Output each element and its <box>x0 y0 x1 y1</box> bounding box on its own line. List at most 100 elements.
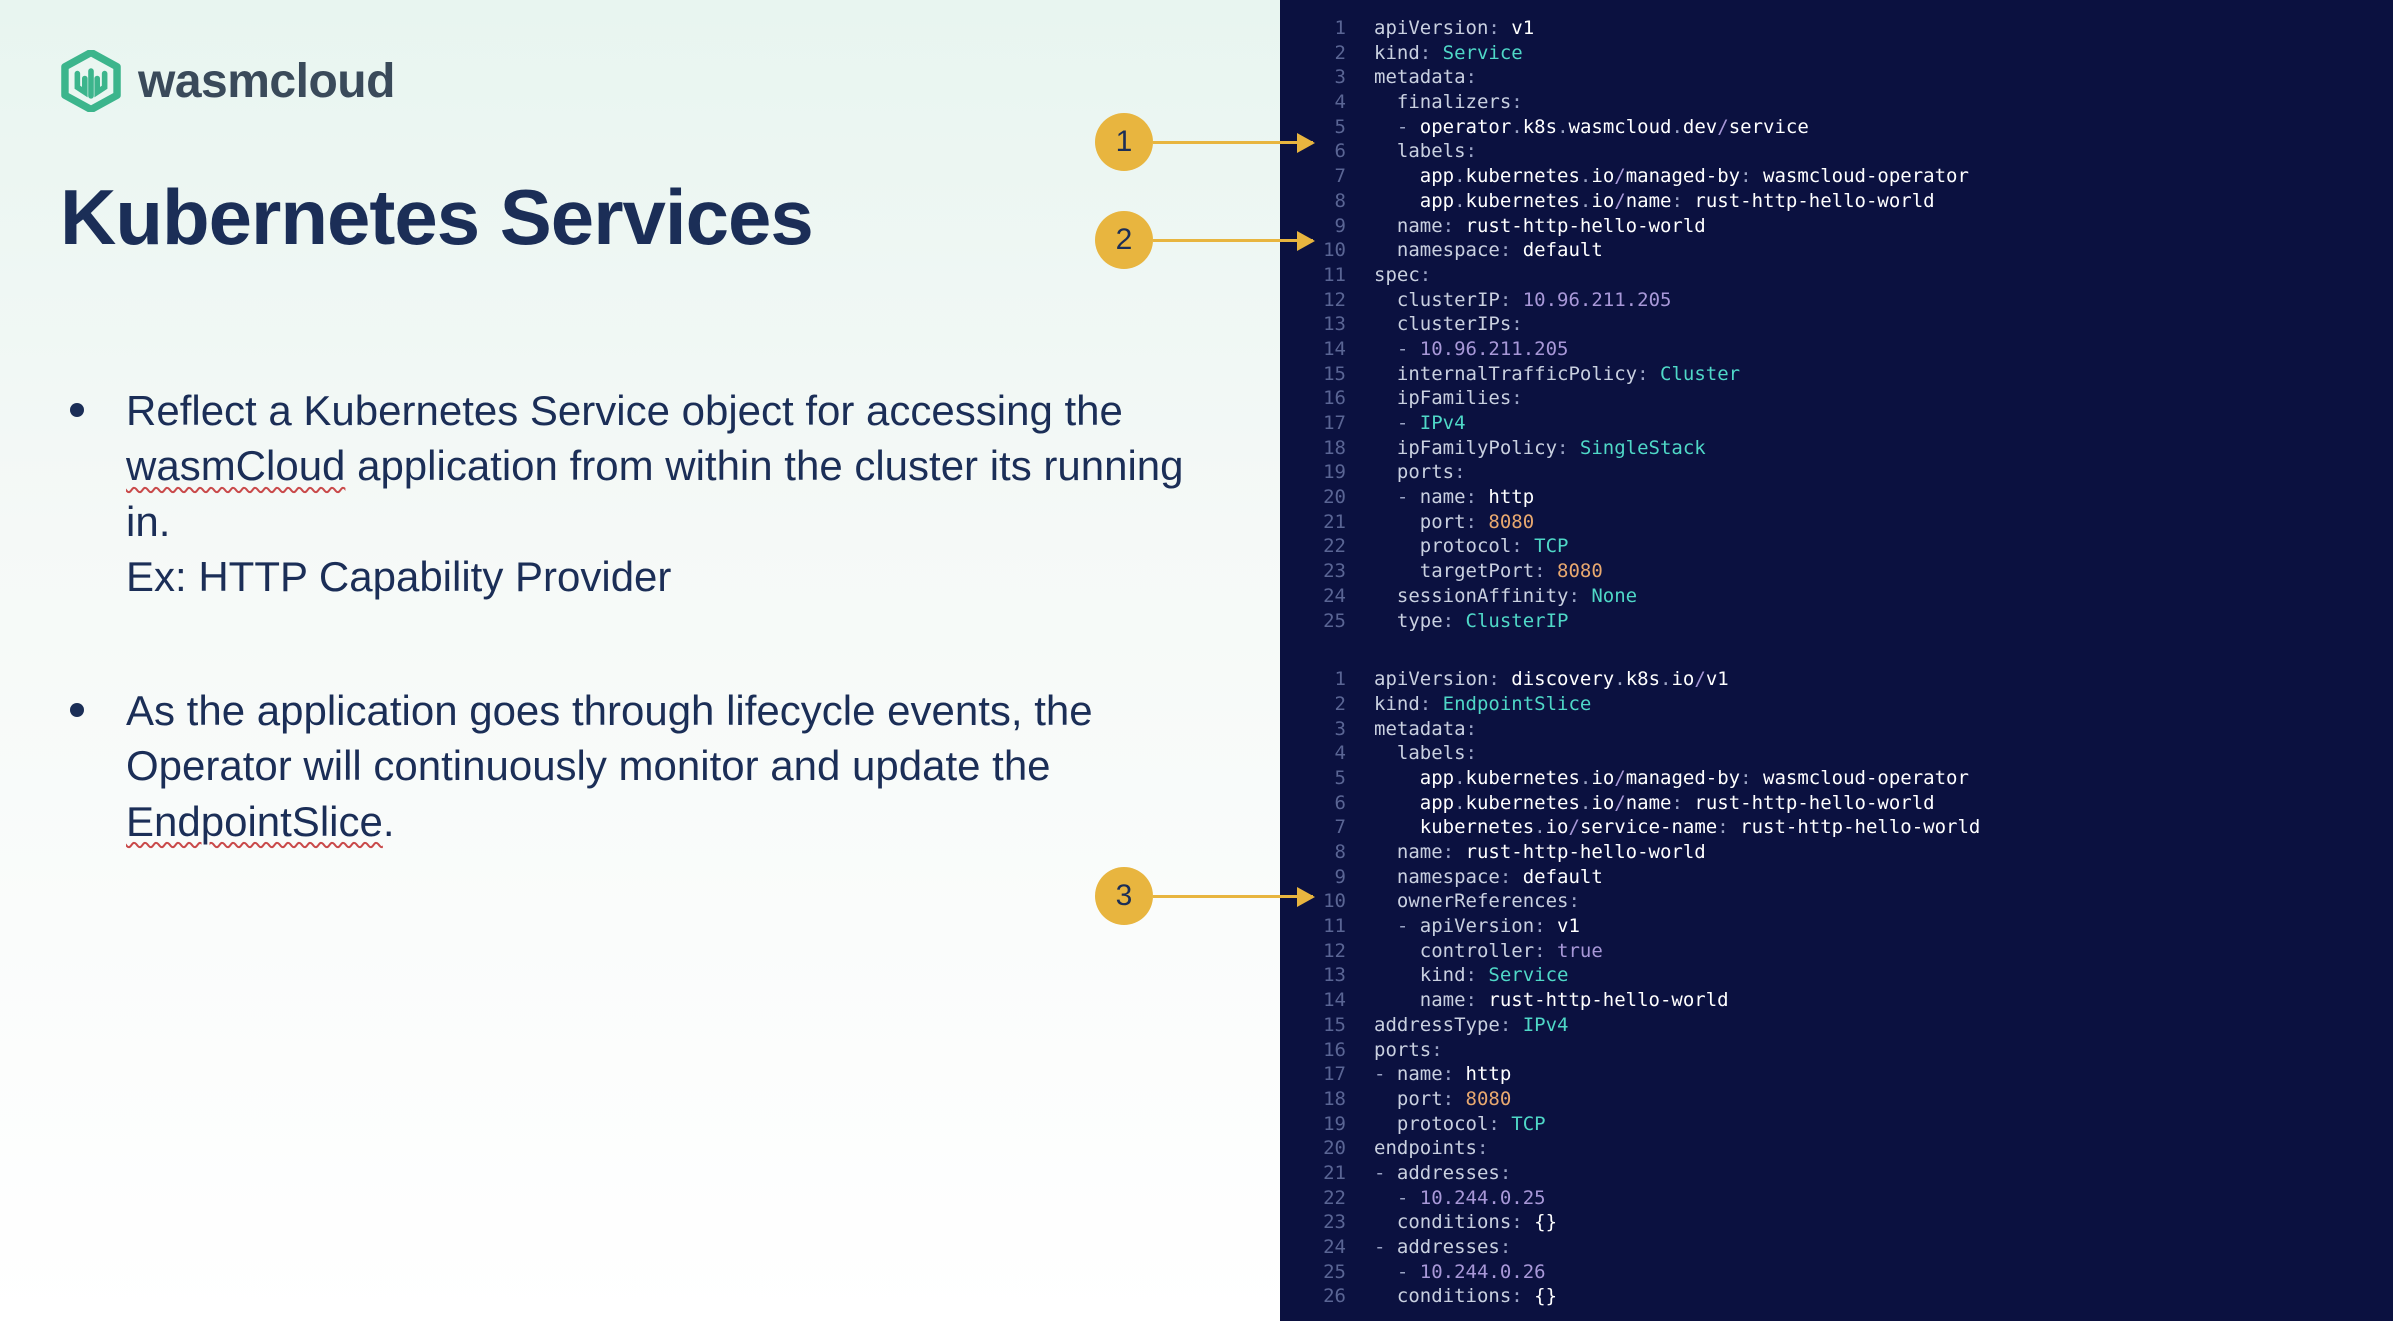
line-number: 13 <box>1320 963 1374 988</box>
line-number: 24 <box>1320 584 1374 609</box>
code-line: 14 name: rust-http-hello-world <box>1320 988 2393 1013</box>
code-line: 23 conditions: {} <box>1320 1210 2393 1235</box>
code-line: 5 app.kubernetes.io/managed-by: wasmclou… <box>1320 766 2393 791</box>
code-panel: 1 2 3 1apiVersion: v12kind: Service3meta… <box>1280 0 2393 1321</box>
line-number: 15 <box>1320 1013 1374 1038</box>
line-number: 1 <box>1320 16 1374 41</box>
code-line: 18 port: 8080 <box>1320 1087 2393 1112</box>
code-line: 5 - operator.k8s.wasmcloud.dev/service <box>1320 115 2393 140</box>
line-number: 16 <box>1320 386 1374 411</box>
code-line: 22 - 10.244.0.25 <box>1320 1186 2393 1211</box>
line-number: 20 <box>1320 485 1374 510</box>
line-number: 9 <box>1320 865 1374 890</box>
code-line: 24 sessionAffinity: None <box>1320 584 2393 609</box>
line-number: 21 <box>1320 1161 1374 1186</box>
code-line: 25 - 10.244.0.26 <box>1320 1260 2393 1285</box>
line-number: 11 <box>1320 914 1374 939</box>
code-line: 26 conditions: {} <box>1320 1284 2393 1309</box>
code-line: 14 - 10.96.211.205 <box>1320 337 2393 362</box>
code-block-service: 1apiVersion: v12kind: Service3metadata:4… <box>1280 16 2393 633</box>
line-number: 2 <box>1320 692 1374 717</box>
code-line: 12 clusterIP: 10.96.211.205 <box>1320 288 2393 313</box>
code-line: 20 - name: http <box>1320 485 2393 510</box>
code-line: 21 port: 8080 <box>1320 510 2393 535</box>
line-number: 5 <box>1320 115 1374 140</box>
line-number: 5 <box>1320 766 1374 791</box>
line-number: 24 <box>1320 1235 1374 1260</box>
code-line: 17- name: http <box>1320 1062 2393 1087</box>
code-block-endpointslice: 1apiVersion: discovery.k8s.io/v12kind: E… <box>1280 667 2393 1309</box>
code-line: 1apiVersion: discovery.k8s.io/v1 <box>1320 667 2393 692</box>
arrow-icon <box>1153 239 1313 242</box>
line-number: 25 <box>1320 609 1374 634</box>
code-line: 19 ports: <box>1320 460 2393 485</box>
code-line: 10 ownerReferences: <box>1320 889 2393 914</box>
code-line: 21- addresses: <box>1320 1161 2393 1186</box>
logo-text: wasmcloud <box>138 54 395 109</box>
line-number: 9 <box>1320 214 1374 239</box>
arrow-icon <box>1153 895 1313 898</box>
line-number: 8 <box>1320 840 1374 865</box>
line-number: 14 <box>1320 988 1374 1013</box>
line-number: 18 <box>1320 1087 1374 1112</box>
code-line: 25 type: ClusterIP <box>1320 609 2393 634</box>
line-number: 19 <box>1320 1112 1374 1137</box>
code-line: 2kind: Service <box>1320 41 2393 66</box>
line-number: 4 <box>1320 741 1374 766</box>
code-line: 4 finalizers: <box>1320 90 2393 115</box>
code-line: 6 labels: <box>1320 139 2393 164</box>
code-line: 22 protocol: TCP <box>1320 534 2393 559</box>
code-line: 3metadata: <box>1320 717 2393 742</box>
wasmcloud-logo-icon <box>60 50 122 112</box>
code-line: 11spec: <box>1320 263 2393 288</box>
line-number: 12 <box>1320 288 1374 313</box>
code-line: 2kind: EndpointSlice <box>1320 692 2393 717</box>
bullet-item-2: As the application goes through lifecycl… <box>70 683 1220 849</box>
line-number: 22 <box>1320 1186 1374 1211</box>
line-number: 17 <box>1320 411 1374 436</box>
line-number: 12 <box>1320 939 1374 964</box>
code-line: 6 app.kubernetes.io/name: rust-http-hell… <box>1320 791 2393 816</box>
line-number: 25 <box>1320 1260 1374 1285</box>
code-line: 8 app.kubernetes.io/name: rust-http-hell… <box>1320 189 2393 214</box>
line-number: 3 <box>1320 65 1374 90</box>
code-line: 15 internalTrafficPolicy: Cluster <box>1320 362 2393 387</box>
line-number: 22 <box>1320 534 1374 559</box>
line-number: 7 <box>1320 164 1374 189</box>
annotation-1: 1 <box>1095 113 1313 171</box>
line-number: 6 <box>1320 791 1374 816</box>
left-panel: wasmcloud Kubernetes Services Reflect a … <box>0 0 1280 1321</box>
code-line: 16ports: <box>1320 1038 2393 1063</box>
code-line: 23 targetPort: 8080 <box>1320 559 2393 584</box>
page-title: Kubernetes Services <box>60 172 1220 263</box>
bullet-list: Reflect a Kubernetes Service object for … <box>60 383 1220 849</box>
line-number: 16 <box>1320 1038 1374 1063</box>
code-line: 11 - apiVersion: v1 <box>1320 914 2393 939</box>
line-number: 26 <box>1320 1284 1374 1309</box>
line-number: 13 <box>1320 312 1374 337</box>
code-line: 4 labels: <box>1320 741 2393 766</box>
line-number: 7 <box>1320 815 1374 840</box>
line-number: 11 <box>1320 263 1374 288</box>
line-number: 6 <box>1320 139 1374 164</box>
code-line: 15addressType: IPv4 <box>1320 1013 2393 1038</box>
code-line: 17 - IPv4 <box>1320 411 2393 436</box>
line-number: 14 <box>1320 337 1374 362</box>
spelling-wasmcloud: wasmCloud <box>126 442 345 489</box>
line-number: 23 <box>1320 559 1374 584</box>
line-number: 17 <box>1320 1062 1374 1087</box>
line-number: 20 <box>1320 1136 1374 1161</box>
code-line: 9 namespace: default <box>1320 865 2393 890</box>
code-line: 19 protocol: TCP <box>1320 1112 2393 1137</box>
line-number: 10 <box>1320 889 1374 914</box>
code-line: 7 kubernetes.io/service-name: rust-http-… <box>1320 815 2393 840</box>
annotation-3: 3 <box>1095 867 1313 925</box>
code-line: 10 namespace: default <box>1320 238 2393 263</box>
line-number: 4 <box>1320 90 1374 115</box>
line-number: 23 <box>1320 1210 1374 1235</box>
spelling-endpointslice: EndpointSlice <box>126 798 383 845</box>
code-line: 9 name: rust-http-hello-world <box>1320 214 2393 239</box>
code-line: 12 controller: true <box>1320 939 2393 964</box>
arrow-icon <box>1153 141 1313 144</box>
code-line: 20endpoints: <box>1320 1136 2393 1161</box>
